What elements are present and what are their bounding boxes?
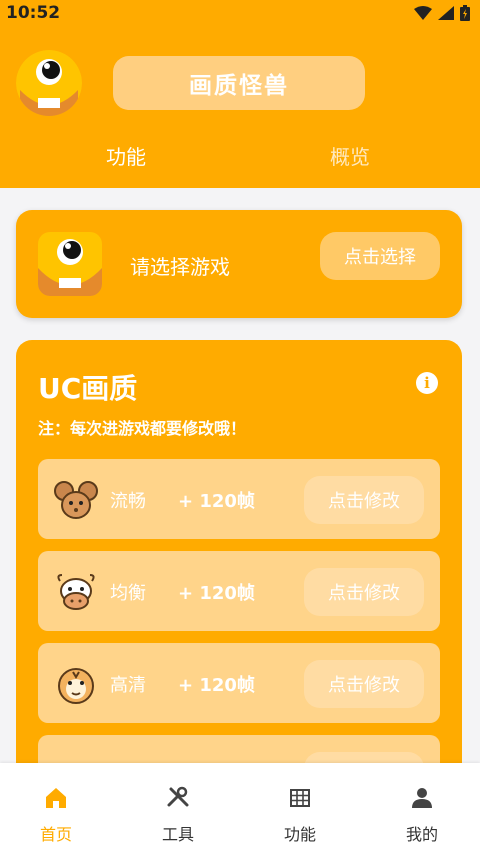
nav-item-tools[interactable]: 工具	[138, 785, 218, 845]
modify-button[interactable]: 点击修改	[304, 568, 424, 616]
nav-label: 功能	[283, 825, 316, 844]
header: 10:52 画质怪兽 功能 概览	[0, 0, 480, 188]
bottom-nav: 首页 工具 功能 我的	[0, 763, 480, 861]
quality-fps: + 120帧	[178, 583, 255, 604]
nav-label: 我的	[405, 825, 438, 844]
wifi-icon	[414, 6, 432, 20]
cow-icon	[57, 574, 95, 610]
nav-item-features[interactable]: 功能	[260, 785, 340, 845]
quality-row-smooth: 流畅 + 120帧 点击修改	[38, 459, 440, 539]
quality-row-hd: 高清 + 120帧 点击修改	[38, 643, 440, 723]
uc-quality-card: UC画质 i 注：每次进游戏都要修改哦！ 流畅 + 120帧 点击修改 均衡 +…	[16, 340, 462, 780]
tools-icon	[167, 786, 189, 807]
mascot-icon	[38, 232, 102, 296]
modify-button[interactable]: 点击修改	[304, 476, 424, 524]
nav-label: 首页	[39, 825, 72, 844]
quality-name: 均衡	[110, 583, 146, 604]
select-game-button[interactable]: 点击选择	[320, 232, 440, 280]
battery-icon	[460, 5, 470, 21]
home-icon	[46, 788, 66, 808]
game-select-card: 请选择游戏 点击选择	[16, 210, 462, 318]
user-icon	[412, 788, 432, 808]
modify-button[interactable]: 点击修改	[304, 660, 424, 708]
select-game-prompt: 请选择游戏	[130, 255, 230, 279]
nav-label: 工具	[161, 825, 194, 844]
tab-features[interactable]: 功能	[106, 141, 146, 170]
status-icons	[414, 5, 470, 21]
status-time: 10:52	[6, 3, 61, 23]
quality-name: 高清	[110, 675, 146, 696]
nav-item-mine[interactable]: 我的	[382, 785, 462, 845]
grid-icon	[290, 789, 310, 807]
nav-item-home[interactable]: 首页	[16, 785, 96, 845]
quality-fps: + 120帧	[178, 675, 255, 696]
info-icon[interactable]: i	[416, 372, 438, 394]
signal-icon	[438, 6, 454, 20]
quality-fps: + 120帧	[178, 491, 255, 512]
status-bar: 10:52	[0, 0, 480, 28]
app-logo-avatar[interactable]	[16, 50, 82, 116]
mascot-icon	[16, 50, 82, 116]
app-title: 画质怪兽	[189, 73, 289, 99]
quality-row-balanced: 均衡 + 120帧 点击修改	[38, 551, 440, 631]
mouse-icon	[54, 481, 98, 519]
app-title-pill: 画质怪兽	[113, 56, 365, 110]
quality-name: 流畅	[110, 491, 146, 512]
tiger-icon	[58, 668, 94, 704]
tab-overview[interactable]: 概览	[330, 141, 370, 170]
uc-card-title: UC画质	[38, 372, 138, 405]
uc-card-note: 注：每次进游戏都要修改哦！	[38, 419, 247, 438]
game-icon	[38, 232, 102, 296]
